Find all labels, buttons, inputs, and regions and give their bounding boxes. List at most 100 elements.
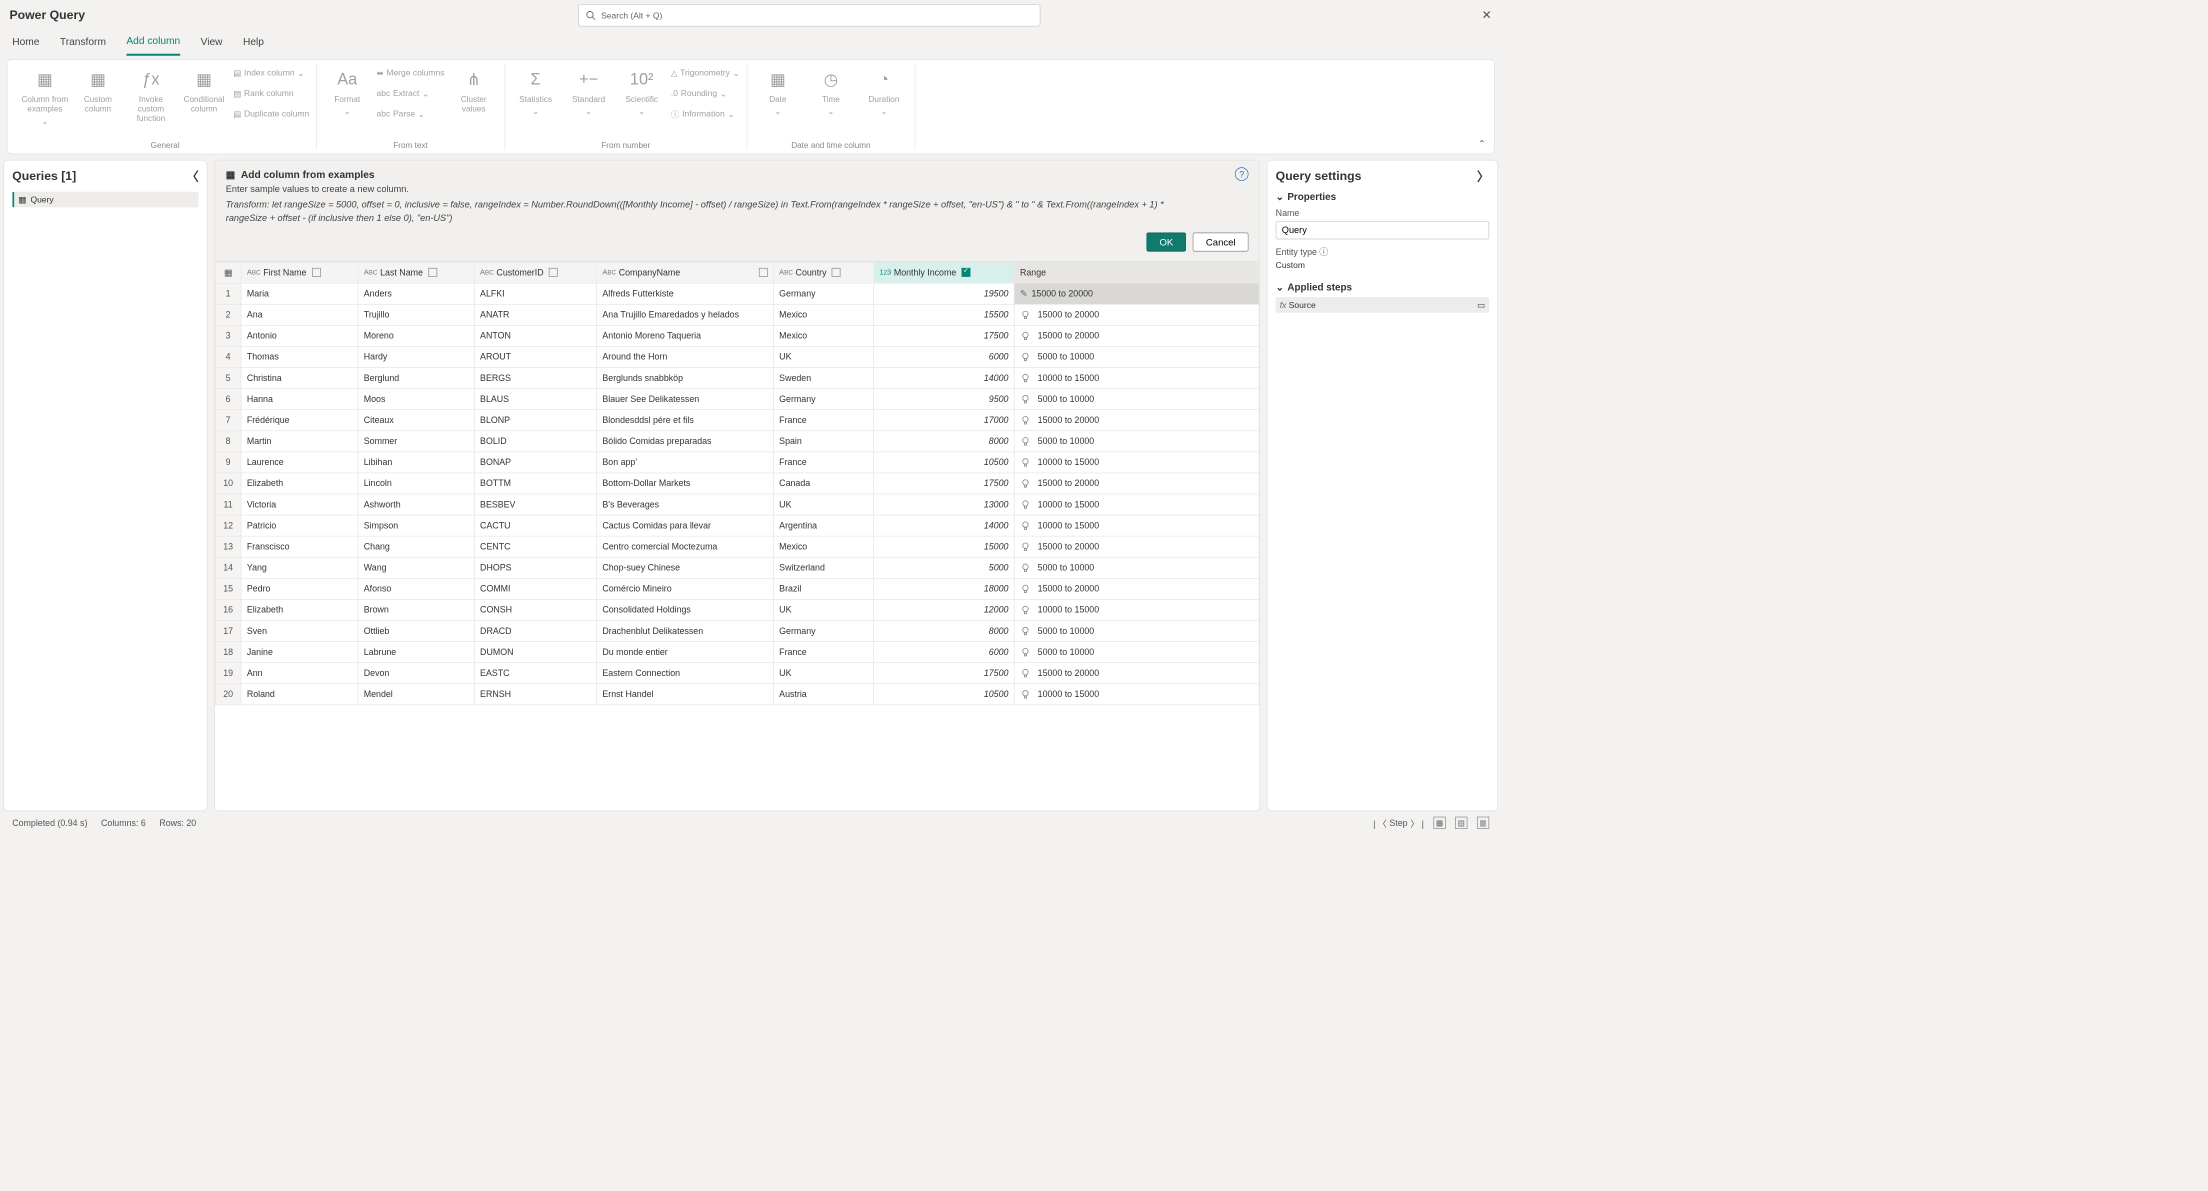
- table-row[interactable]: 13FransciscoChangCENTCCentro comercial M…: [215, 536, 1259, 557]
- cell-customer-id[interactable]: BERGS: [474, 367, 596, 388]
- table-row[interactable]: 15PedroAfonsoCOMMIComércio MineiroBrazil…: [215, 578, 1259, 599]
- query-name-input[interactable]: [1276, 221, 1490, 239]
- cell-income[interactable]: 17000: [874, 409, 1015, 430]
- cell-range[interactable]: 5000 to 10000: [1014, 388, 1259, 409]
- cell-company[interactable]: Bottom-Dollar Markets: [597, 473, 774, 494]
- cell-last-name[interactable]: Hardy: [358, 346, 474, 367]
- cell-customer-id[interactable]: COMMI: [474, 578, 596, 599]
- expand-settings-button[interactable]: 〉: [1477, 167, 1489, 185]
- rank-column-button[interactable]: ▤Rank column: [233, 84, 309, 103]
- cell-last-name[interactable]: Ottlieb: [358, 620, 474, 641]
- cell-customer-id[interactable]: DRACD: [474, 620, 596, 641]
- cell-first-name[interactable]: Ana: [241, 304, 358, 325]
- cell-income[interactable]: 6000: [874, 346, 1015, 367]
- cell-income[interactable]: 14000: [874, 515, 1015, 536]
- col-range[interactable]: Range: [1014, 262, 1259, 283]
- close-button[interactable]: ✕: [1482, 8, 1492, 22]
- cell-income[interactable]: 15000: [874, 536, 1015, 557]
- cell-range[interactable]: 15000 to 20000: [1014, 536, 1259, 557]
- table-row[interactable]: 19AnnDevonEASTCEastern ConnectionUK17500…: [215, 662, 1259, 683]
- col-customer-id[interactable]: ABCCustomerID: [474, 262, 596, 283]
- cell-customer-id[interactable]: BONAP: [474, 452, 596, 473]
- format-button[interactable]: AaFormat⌄: [323, 63, 371, 116]
- cell-country[interactable]: Germany: [773, 620, 873, 641]
- cell-country[interactable]: France: [773, 452, 873, 473]
- cell-country[interactable]: Brazil: [773, 578, 873, 599]
- cell-first-name[interactable]: Ann: [241, 662, 358, 683]
- applied-steps-section[interactable]: ⌄Applied steps: [1276, 282, 1490, 293]
- cell-country[interactable]: Spain: [773, 430, 873, 451]
- table-row[interactable]: 1MariaAndersALFKIAlfreds FutterkisteGerm…: [215, 283, 1259, 304]
- cell-range[interactable]: 5000 to 10000: [1014, 430, 1259, 451]
- cell-last-name[interactable]: Wang: [358, 557, 474, 578]
- cell-first-name[interactable]: Frédérique: [241, 409, 358, 430]
- cell-customer-id[interactable]: CONSH: [474, 599, 596, 620]
- cell-customer-id[interactable]: ANTON: [474, 325, 596, 346]
- tab-add-column[interactable]: Add column: [126, 32, 180, 56]
- col-checkbox[interactable]: [832, 268, 841, 277]
- table-row[interactable]: 5ChristinaBerglundBERGSBerglunds snabbkö…: [215, 367, 1259, 388]
- collapse-ribbon-button[interactable]: ⌃: [1478, 138, 1486, 150]
- cell-last-name[interactable]: Chang: [358, 536, 474, 557]
- cell-range[interactable]: 5000 to 10000: [1014, 557, 1259, 578]
- cell-company[interactable]: Drachenblut Delikatessen: [597, 620, 774, 641]
- cell-last-name[interactable]: Moos: [358, 388, 474, 409]
- tab-home[interactable]: Home: [12, 33, 39, 55]
- cell-country[interactable]: UK: [773, 599, 873, 620]
- table-row[interactable]: 7FrédériqueCiteauxBLONPBlondesddsl pére …: [215, 409, 1259, 430]
- tab-help[interactable]: Help: [243, 33, 264, 55]
- cell-company[interactable]: Bólido Comidas preparadas: [597, 430, 774, 451]
- cell-country[interactable]: France: [773, 641, 873, 662]
- cell-customer-id[interactable]: ERNSH: [474, 683, 596, 704]
- cell-last-name[interactable]: Afonso: [358, 578, 474, 599]
- cell-customer-id[interactable]: BESBEV: [474, 494, 596, 515]
- cell-customer-id[interactable]: ANATR: [474, 304, 596, 325]
- cell-first-name[interactable]: Maria: [241, 283, 358, 304]
- cell-range[interactable]: 15000 to 20000: [1014, 662, 1259, 683]
- cluster-values-button[interactable]: ⋔Cluster values: [450, 63, 498, 113]
- information-button[interactable]: ⓘInformation ⌄: [671, 104, 740, 123]
- view-detail-icon[interactable]: ▥: [1477, 817, 1489, 829]
- cell-range[interactable]: 15000 to 20000: [1014, 473, 1259, 494]
- collapse-queries-button[interactable]: 〈: [186, 167, 198, 185]
- cell-range[interactable]: 5000 to 10000: [1014, 346, 1259, 367]
- cell-last-name[interactable]: Trujillo: [358, 304, 474, 325]
- table-row[interactable]: 4ThomasHardyAROUTAround the HornUK600050…: [215, 346, 1259, 367]
- duration-button[interactable]: ◔Duration⌄: [860, 63, 908, 116]
- cell-company[interactable]: B's Beverages: [597, 494, 774, 515]
- step-source[interactable]: fx Source ▭: [1276, 297, 1490, 313]
- cell-country[interactable]: Germany: [773, 388, 873, 409]
- cell-company[interactable]: Blauer See Delikatessen: [597, 388, 774, 409]
- cell-country[interactable]: Germany: [773, 283, 873, 304]
- step-nav[interactable]: | 〈 Step 〉 |: [1373, 816, 1424, 829]
- cell-first-name[interactable]: Pedro: [241, 578, 358, 599]
- cell-last-name[interactable]: Brown: [358, 599, 474, 620]
- cell-first-name[interactable]: Yang: [241, 557, 358, 578]
- cell-country[interactable]: Mexico: [773, 536, 873, 557]
- cell-customer-id[interactable]: BOTTM: [474, 473, 596, 494]
- cell-last-name[interactable]: Mendel: [358, 683, 474, 704]
- standard-button[interactable]: +−Standard⌄: [565, 63, 613, 116]
- cell-last-name[interactable]: Moreno: [358, 325, 474, 346]
- cell-range[interactable]: 5000 to 10000: [1014, 641, 1259, 662]
- cell-customer-id[interactable]: CACTU: [474, 515, 596, 536]
- extract-button[interactable]: abcExtract ⌄: [377, 84, 445, 103]
- cell-range[interactable]: 10000 to 15000: [1014, 683, 1259, 704]
- cell-company[interactable]: Chop-suey Chinese: [597, 557, 774, 578]
- cell-income[interactable]: 6000: [874, 641, 1015, 662]
- col-checkbox[interactable]: [312, 268, 321, 277]
- cell-last-name[interactable]: Simpson: [358, 515, 474, 536]
- col-checkbox-checked[interactable]: [962, 268, 971, 277]
- col-company-name[interactable]: ABCCompanyName: [597, 262, 774, 283]
- table-row[interactable]: 9LaurenceLibihanBONAPBon app'France10500…: [215, 452, 1259, 473]
- cell-income[interactable]: 18000: [874, 578, 1015, 599]
- cell-income[interactable]: 17500: [874, 662, 1015, 683]
- cell-company[interactable]: Consolidated Holdings: [597, 599, 774, 620]
- table-row[interactable]: 3AntonioMorenoANTONAntonio Moreno Taquer…: [215, 325, 1259, 346]
- merge-columns-button[interactable]: ⬌Merge columns: [377, 63, 445, 82]
- cell-first-name[interactable]: Antonio: [241, 325, 358, 346]
- cell-company[interactable]: Centro comercial Moctezuma: [597, 536, 774, 557]
- cell-customer-id[interactable]: BOLID: [474, 430, 596, 451]
- cell-country[interactable]: UK: [773, 494, 873, 515]
- cell-company[interactable]: Around the Horn: [597, 346, 774, 367]
